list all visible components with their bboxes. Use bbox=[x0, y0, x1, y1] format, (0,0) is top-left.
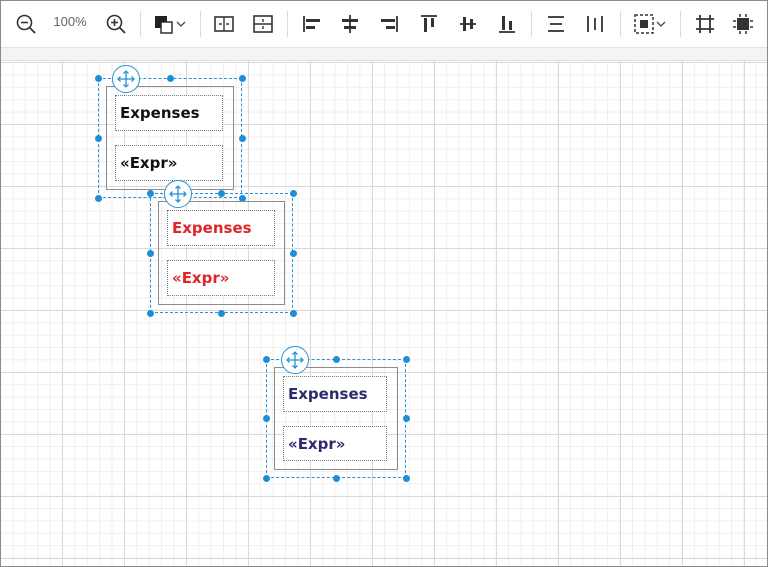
chevron-down-icon bbox=[176, 21, 186, 27]
value-cell[interactable]: «Expr» bbox=[115, 145, 223, 181]
resize-handle-right[interactable] bbox=[239, 135, 246, 142]
move-handle[interactable] bbox=[164, 180, 192, 208]
resize-handle-bottom-right[interactable] bbox=[290, 310, 297, 317]
toolbar-separator bbox=[287, 11, 288, 37]
toolbar-separator bbox=[620, 11, 621, 37]
resize-handle-top-left[interactable] bbox=[95, 75, 102, 82]
distribute-vertical-button[interactable] bbox=[248, 9, 278, 39]
fit-to-page-button[interactable] bbox=[728, 9, 758, 39]
align-right-icon bbox=[381, 16, 398, 32]
resize-handle-bottom-left[interactable] bbox=[147, 310, 154, 317]
align-left-button[interactable] bbox=[297, 9, 327, 39]
distribute-horizontal-button[interactable] bbox=[209, 9, 239, 39]
distribute-horizontal-icon bbox=[214, 16, 234, 32]
resize-handle-bottom-left[interactable] bbox=[263, 475, 270, 482]
move-arrows-icon bbox=[117, 70, 135, 88]
align-middle-icon bbox=[460, 17, 476, 31]
ruler-strip bbox=[1, 48, 767, 61]
resize-handle-bottom[interactable] bbox=[218, 310, 225, 317]
expenses-shape-3[interactable]: Expenses «Expr» bbox=[263, 346, 410, 482]
fit-to-page-icon bbox=[733, 14, 753, 34]
header-cell[interactable]: Expenses bbox=[283, 376, 387, 412]
design-canvas[interactable]: Expenses «Expr» Expenses «Expr» Expenses… bbox=[1, 61, 767, 566]
resize-handle-left[interactable] bbox=[95, 135, 102, 142]
distribute-vertical-icon bbox=[253, 15, 273, 33]
align-right-button[interactable] bbox=[374, 9, 404, 39]
same-height-icon bbox=[548, 16, 564, 32]
same-width-icon bbox=[587, 16, 603, 32]
crop-button[interactable] bbox=[690, 9, 720, 39]
resize-handle-top-right[interactable] bbox=[403, 356, 410, 363]
align-bottom-icon bbox=[499, 16, 515, 33]
toolbar-separator bbox=[200, 11, 201, 37]
zoom-level[interactable]: 100% bbox=[51, 14, 89, 29]
move-arrows-icon bbox=[169, 185, 187, 203]
resize-handle-bottom-left[interactable] bbox=[95, 195, 102, 202]
fill-color-icon bbox=[155, 16, 173, 34]
resize-handle-top-right[interactable] bbox=[290, 190, 297, 197]
header-cell[interactable]: Expenses bbox=[115, 95, 223, 131]
expenses-shape-2[interactable]: Expenses «Expr» bbox=[147, 180, 297, 317]
chevron-down-icon bbox=[656, 21, 666, 27]
crop-icon bbox=[696, 15, 714, 33]
resize-handle-left[interactable] bbox=[147, 250, 154, 257]
resize-handle-right[interactable] bbox=[290, 250, 297, 257]
resize-handle-top-left[interactable] bbox=[147, 190, 154, 197]
align-center-button[interactable] bbox=[335, 9, 365, 39]
align-top-button[interactable] bbox=[414, 9, 444, 39]
move-handle[interactable] bbox=[281, 346, 309, 374]
align-middle-button[interactable] bbox=[453, 9, 483, 39]
toolbar-separator bbox=[140, 11, 141, 37]
resize-handle-bottom-right[interactable] bbox=[403, 475, 410, 482]
zoom-in-icon bbox=[106, 14, 126, 34]
zoom-out-icon bbox=[16, 14, 36, 34]
selection-mode-icon bbox=[634, 14, 654, 34]
zoom-in-button[interactable] bbox=[101, 9, 131, 39]
resize-handle-top[interactable] bbox=[218, 190, 225, 197]
align-top-icon bbox=[421, 15, 437, 32]
expenses-shape-1[interactable]: Expenses «Expr» bbox=[95, 65, 246, 202]
fill-color-dropdown[interactable] bbox=[149, 9, 191, 39]
align-left-icon bbox=[303, 16, 320, 32]
same-width-button[interactable] bbox=[580, 9, 610, 39]
resize-handle-top-left[interactable] bbox=[263, 356, 270, 363]
align-center-icon bbox=[342, 15, 358, 33]
resize-handle-top[interactable] bbox=[333, 356, 340, 363]
move-handle[interactable] bbox=[112, 65, 140, 93]
align-bottom-button[interactable] bbox=[492, 9, 522, 39]
resize-handle-bottom[interactable] bbox=[333, 475, 340, 482]
zoom-out-button[interactable] bbox=[11, 9, 41, 39]
toolbar-separator bbox=[531, 11, 532, 37]
resize-handle-top[interactable] bbox=[167, 75, 174, 82]
toolbar: 100% bbox=[1, 1, 767, 48]
selection-mode-dropdown[interactable] bbox=[629, 9, 671, 39]
resize-handle-top-right[interactable] bbox=[239, 75, 246, 82]
designer-window: 100% Expenses «Expr» Expenses «Expr» Exp… bbox=[0, 0, 768, 567]
resize-handle-left[interactable] bbox=[263, 415, 270, 422]
move-arrows-icon bbox=[286, 351, 304, 369]
value-cell[interactable]: «Expr» bbox=[283, 426, 387, 461]
resize-handle-right[interactable] bbox=[403, 415, 410, 422]
same-height-button[interactable] bbox=[541, 9, 571, 39]
value-cell[interactable]: «Expr» bbox=[167, 260, 275, 296]
toolbar-separator bbox=[680, 11, 681, 37]
header-cell[interactable]: Expenses bbox=[167, 210, 275, 246]
